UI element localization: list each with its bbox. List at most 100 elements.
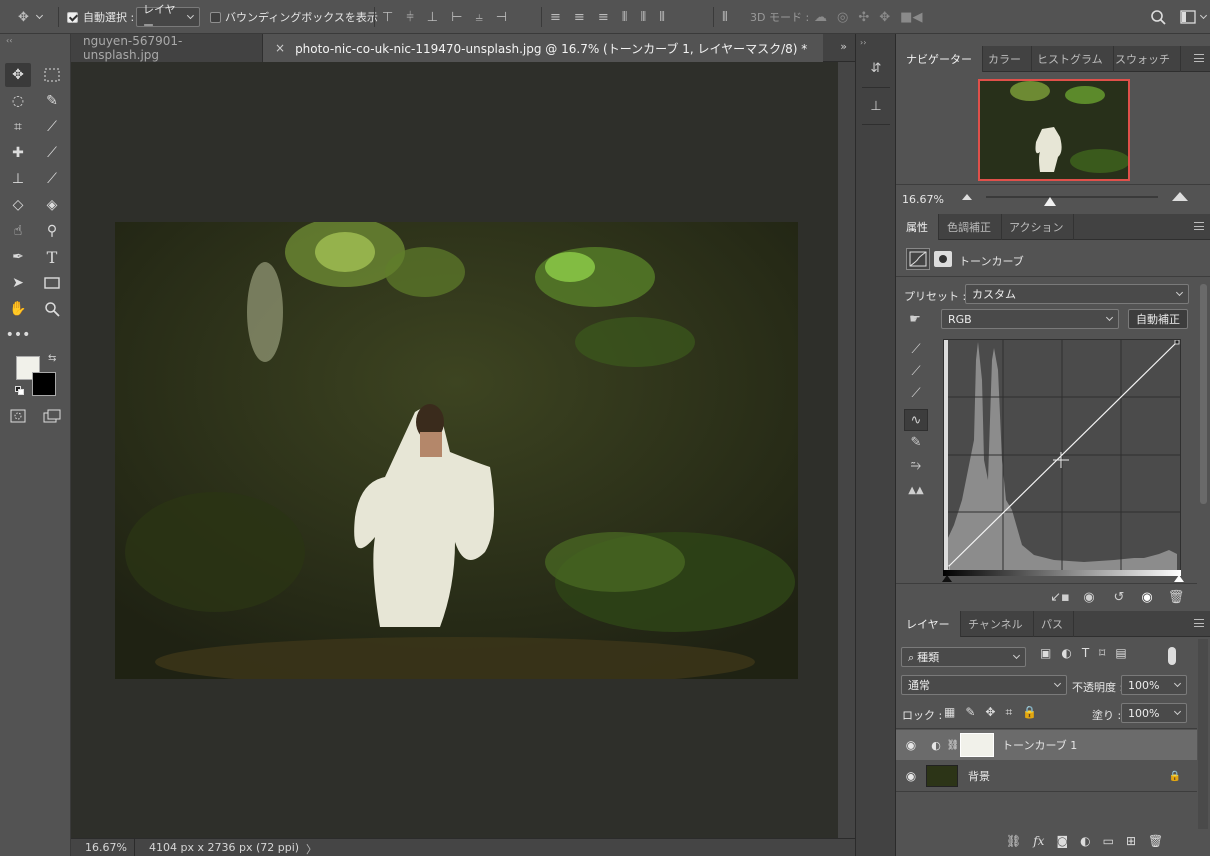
move-tool[interactable]: ✥ [5,63,31,87]
align-top-icon[interactable]: ⊤ [382,10,393,25]
move-tool-preset[interactable]: ✥ [18,0,43,34]
layer-mask-thumbnail[interactable] [960,733,994,757]
distribute-bottom-icon[interactable]: ≡ [598,10,609,25]
panel-menu-icon[interactable] [1194,222,1204,230]
curve-points-tool[interactable]: ∿ [904,409,928,431]
new-layer-icon[interactable]: ⊞ [1126,834,1136,848]
tab-histogram[interactable]: ヒストグラム [1027,46,1114,72]
properties-scrollbar[interactable] [1200,284,1207,504]
orbit-3d-icon[interactable]: ☁ [814,10,827,25]
more-tabs-icon[interactable]: » [840,40,847,53]
blend-mode-select[interactable]: 通常 [901,675,1067,695]
align-vcenter-icon[interactable]: ⫩ [406,10,413,25]
type-filter-icon[interactable]: T [1082,646,1089,660]
zoom-out-icon[interactable] [962,194,972,200]
roll-3d-icon[interactable]: ◎ [837,10,848,25]
history-panel-button[interactable]: ⇵ [864,56,888,80]
reset-icon[interactable]: ↺ [1109,588,1129,606]
dodge-tool[interactable]: ⚲ [39,219,65,243]
expand-dock-icon[interactable]: ›› [860,38,866,47]
smart-object-filter-icon[interactable]: ▤ [1115,646,1126,660]
edit-toolbar-button[interactable]: ••• [5,323,31,347]
layers-scrollbar[interactable] [1198,639,1208,829]
black-point-eyedropper[interactable]: ⟋ [905,339,927,359]
white-point-eyedropper[interactable]: ⟋ [905,383,927,403]
auto-select-toggle[interactable]: 自動選択 : [67,0,134,34]
clip-to-layer-icon[interactable]: ↙▪ [1050,588,1070,606]
canvas-vertical-scrollbar[interactable] [838,62,855,838]
filter-toggle-switch[interactable] [1168,647,1176,665]
slide-3d-icon[interactable]: ✥ [879,10,890,25]
auto-select-checkbox[interactable] [67,11,78,23]
auto-align-icon[interactable]: ⦀ [722,10,728,25]
distribute-right-icon[interactable]: ⦀ [659,10,665,25]
tab-document-1[interactable]: nguyen-567901-unsplash.jpg [71,34,263,62]
mask-link-icon[interactable]: ⛓ [946,740,960,751]
shape-filter-icon[interactable]: ⌑ [1099,646,1105,660]
curves-graph[interactable] [943,339,1181,575]
smooth-curve-button[interactable]: ⥲ [905,455,927,475]
quick-mask-button[interactable] [5,404,31,428]
auto-button[interactable]: 自動補正 [1128,309,1188,329]
tab-channels[interactable]: チャンネル [958,611,1034,637]
distribute-top-icon[interactable]: ≡ [550,10,561,25]
quick-select-tool[interactable]: ✎ [39,89,65,113]
visibility-eye-icon[interactable]: ◉ [1137,588,1157,606]
tab-adjustments[interactable]: 色調補正 [937,214,1002,240]
navigator-zoom-value[interactable]: 16.67% [902,193,944,206]
smudge-tool[interactable]: ☝ [5,219,31,243]
opacity-field[interactable]: 100% [1121,675,1187,695]
layer-row-curves[interactable]: ◉ ◐ ⛓ トーンカーブ 1 [896,730,1197,760]
layer-row-background[interactable]: ◉ 背景 🔒 [896,761,1197,791]
default-colors-icon[interactable] [15,386,25,396]
black-input-slider[interactable] [942,575,952,582]
preset-select[interactable]: カスタム [965,284,1189,304]
stamp-tool[interactable]: ⊥ [5,167,31,191]
align-bottom-icon[interactable]: ⊥ [427,10,438,25]
close-tab-icon[interactable]: × [275,41,285,55]
draw-curve-tool[interactable]: ✎ [905,432,927,452]
adjustment-filter-icon[interactable]: ◐ [1061,646,1071,660]
new-group-icon[interactable]: ▭ [1103,834,1114,848]
collapse-toolbar-icon[interactable]: ‹‹ [6,36,12,45]
zoom-in-icon[interactable] [1172,192,1188,201]
add-mask-icon[interactable]: ◙ [1056,834,1068,848]
hand-tool[interactable]: ✋ [5,297,31,321]
lock-position-icon[interactable]: ✥ [985,705,995,720]
tab-document-2[interactable]: × photo-nic-co-uk-nic-119470-unsplash.jp… [263,34,823,62]
lock-artboard-icon[interactable]: ⌗ [1005,705,1012,720]
pan-3d-icon[interactable]: ✣ [858,10,869,25]
tab-paths[interactable]: パス [1031,611,1074,637]
navigator-thumbnail[interactable] [978,79,1130,181]
bounding-box-toggle[interactable]: バウンディングボックスを表示 [210,0,378,34]
zoom-tool[interactable] [39,297,65,321]
document-canvas[interactable] [71,62,838,838]
healing-tool[interactable]: ✚ [5,141,31,165]
curves-adjustment-icon[interactable] [906,248,930,270]
eraser-tool[interactable]: ◇ [5,193,31,217]
bounding-box-checkbox[interactable] [210,11,221,23]
distribute-vcenter-icon[interactable]: ≡ [574,10,585,25]
align-right-icon[interactable]: ⊣ [496,10,507,25]
layer-mask-icon[interactable] [934,251,952,267]
layer-visibility-eye-icon[interactable]: ◉ [896,738,926,752]
tab-layers[interactable]: レイヤー [896,611,961,637]
status-zoom[interactable]: 16.67% [85,841,127,854]
search-icon[interactable] [1150,9,1166,25]
tab-swatches[interactable]: スウォッチ [1105,46,1181,72]
marquee-tool[interactable] [39,63,65,87]
type-tool[interactable]: T [39,245,65,269]
distribute-hcenter-icon[interactable]: ⦀ [640,10,646,25]
panel-menu-icon[interactable] [1194,619,1204,627]
paint-bucket-tool[interactable]: ◈ [39,193,65,217]
layer-visibility-eye-icon[interactable]: ◉ [896,769,926,783]
lasso-tool[interactable]: ◌ [5,89,31,113]
pen-tool[interactable]: ✒ [5,245,31,269]
tab-color[interactable]: カラー [978,46,1032,72]
fill-field[interactable]: 100% [1121,703,1187,723]
status-menu-arrow[interactable]: 〉 [306,841,317,856]
link-layers-icon[interactable]: ⛓ [1006,834,1021,848]
panel-menu-icon[interactable] [1194,54,1204,62]
targeted-adjust-button[interactable]: ☛ [904,310,926,328]
pixel-filter-icon[interactable]: ▣ [1040,646,1051,660]
